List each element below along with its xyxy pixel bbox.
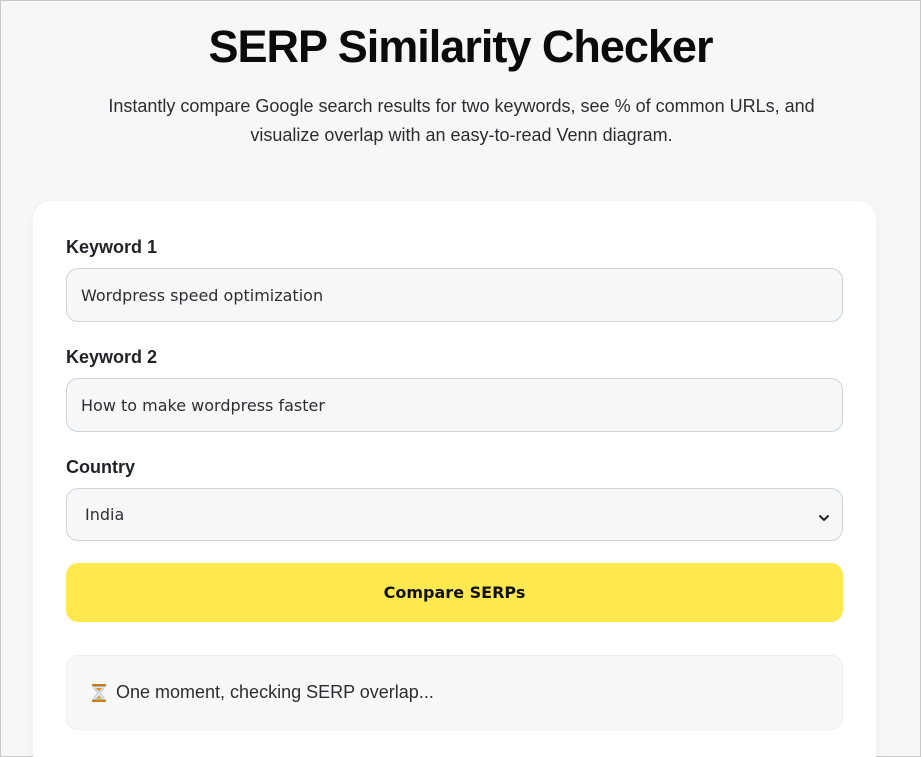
country-label: Country [66,457,135,477]
country-select-value: India [85,505,125,524]
form-card: Keyword 1 Keyword 2 Country India Compar… [33,201,876,757]
keyword1-label: Keyword 1 [66,237,158,257]
keyword1-input[interactable] [66,268,843,322]
page-title: SERP Similarity Checker [208,21,714,72]
status-message-text: One moment, checking SERP overlap... [116,682,434,702]
hourglass-icon [91,683,107,703]
compare-serps-button[interactable]: Compare SERPs [66,563,843,622]
keyword2-input[interactable] [66,378,843,432]
chevron-down-icon [818,509,830,521]
status-message-box: One moment, checking SERP overlap... [66,655,843,730]
page-subtitle: Instantly compare Google search results … [108,96,815,145]
keyword2-label: Keyword 2 [66,347,158,367]
country-select[interactable]: India [66,488,843,541]
